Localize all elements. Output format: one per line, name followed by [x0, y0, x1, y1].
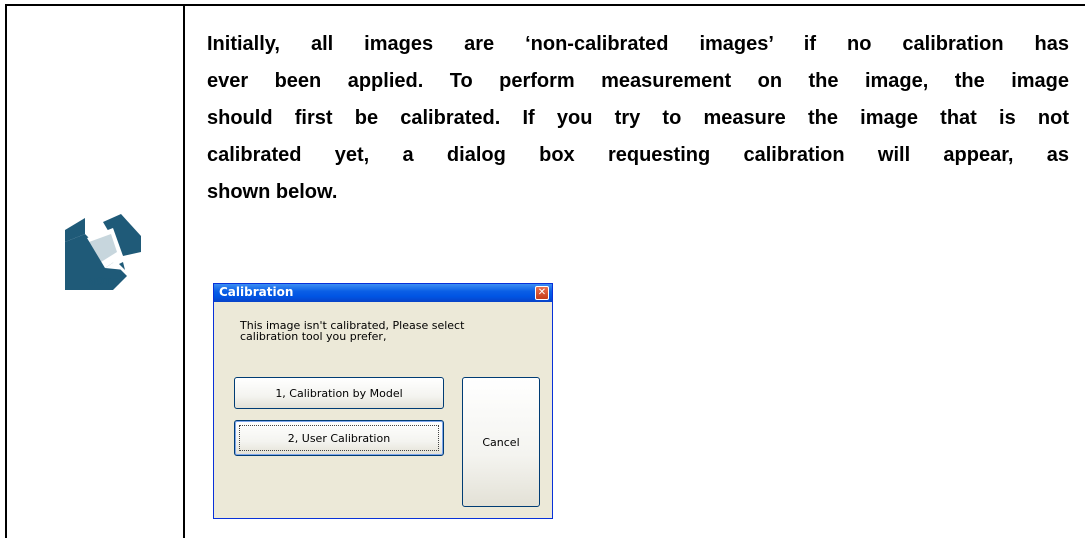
note-label: NOTE: [87, 276, 119, 288]
paragraph-line: calibrated yet, a dialog box requesting …: [207, 144, 1069, 166]
paragraph-line: ever been applied. To perform measuremen…: [207, 70, 1069, 92]
focus-rectangle: [239, 425, 439, 451]
dialog-message-line: calibration tool you prefer,: [240, 330, 387, 343]
close-icon[interactable]: ✕: [535, 286, 549, 300]
table-top-border: [5, 4, 1085, 6]
dialog-title-bar[interactable]: Calibration ✕: [214, 284, 552, 302]
dialog-message: This image isn't calibrated, Please sele…: [240, 320, 540, 342]
table-column-divider: [183, 4, 185, 538]
user-calibration-button[interactable]: 2, User Calibration: [234, 420, 444, 456]
calibration-by-model-button[interactable]: 1, Calibration by Model: [234, 377, 444, 409]
cancel-button[interactable]: Cancel: [462, 377, 540, 507]
paragraph-line: Initially, all images are ‘non-calibrate…: [207, 33, 1069, 55]
cancel-label: Cancel: [482, 435, 520, 449]
note-paragraph: Initially, all images are ‘non-calibrate…: [207, 26, 1069, 211]
dialog-title: Calibration: [219, 285, 294, 299]
calibration-dialog: Calibration ✕ This image isn't calibrate…: [213, 283, 553, 519]
paragraph-line: shown below.: [207, 181, 338, 203]
table-left-border: [5, 4, 7, 538]
calibration-by-model-label: 1, Calibration by Model: [275, 386, 403, 400]
paragraph-line: should first be calibrated. If you try t…: [207, 107, 1069, 129]
